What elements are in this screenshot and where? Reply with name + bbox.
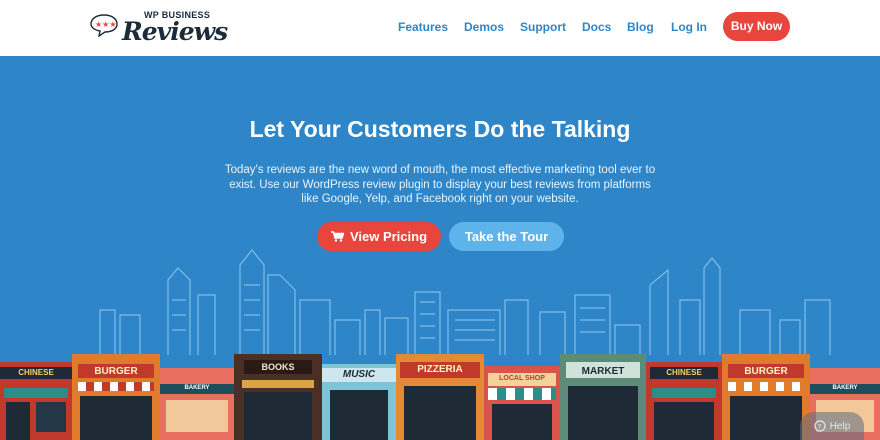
- storefront-sign-music: MUSIC: [342, 369, 376, 380]
- storefront-sign-chinese-2: CHINESE: [666, 368, 702, 377]
- help-label: Help: [829, 420, 851, 432]
- help-widget-button[interactable]: ? Help: [800, 412, 864, 440]
- storefront-sign-market: MARKET: [581, 366, 625, 377]
- nav-demos[interactable]: Demos: [464, 20, 504, 34]
- storefront-sign-bakery-2: BAKERY: [832, 385, 858, 391]
- logo-main-text: Reviews: [122, 17, 228, 46]
- hero-subtitle: Today's reviews are the new word of mout…: [224, 164, 656, 205]
- site-header: ★★★ WP BUSINESS Reviews Features Demos S…: [0, 0, 880, 56]
- storefront-sign-bakery: BAKERY: [184, 385, 210, 391]
- storefront-sign-pizzeria: PIZZERIA: [417, 364, 463, 375]
- nav-login[interactable]: Log In: [671, 20, 707, 34]
- storefront-sign-chinese: CHINESE: [18, 368, 54, 377]
- nav-support[interactable]: Support: [520, 20, 566, 34]
- svg-text:★★★: ★★★: [95, 20, 117, 29]
- storefront-sign-local-shop: LOCAL SHOP: [499, 375, 545, 382]
- storefront-sign-burger: BURGER: [94, 366, 138, 377]
- city-skyline: [99, 249, 831, 355]
- svg-text:?: ?: [817, 423, 821, 431]
- hero-title: Let Your Customers Do the Talking: [249, 116, 631, 142]
- site-logo[interactable]: ★★★ WP BUSINESS Reviews: [90, 9, 228, 46]
- nav-docs[interactable]: Docs: [582, 20, 611, 34]
- storefront-sign-books: BOOKS: [261, 362, 295, 372]
- storefront-sign-burger-2: BURGER: [744, 366, 788, 377]
- buy-now-button[interactable]: Buy Now: [723, 12, 790, 41]
- nav-blog[interactable]: Blog: [627, 20, 654, 34]
- nav-features[interactable]: Features: [398, 20, 448, 34]
- help-circle-icon: ?: [814, 420, 826, 432]
- city-illustration: [0, 249, 880, 440]
- speech-bubble-icon: ★★★: [90, 14, 118, 37]
